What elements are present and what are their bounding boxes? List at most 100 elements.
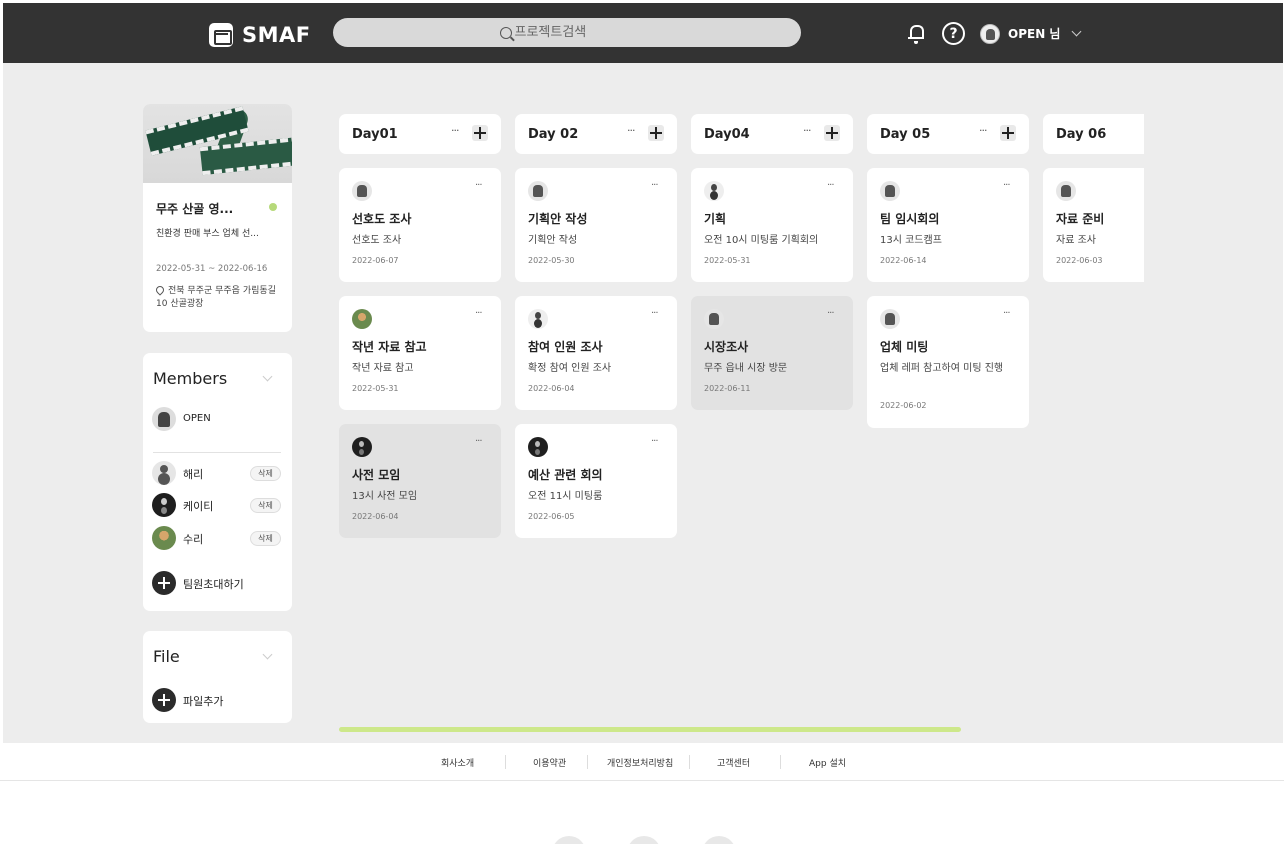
task-title: 자료 준비 xyxy=(1056,212,1105,226)
task-card[interactable]: ··· 팀 임시회의 13시 코드캠프 2022-06-14 xyxy=(867,168,1029,282)
task-card[interactable]: ··· 시장조사 무주 읍내 시장 방문 2022-06-11 xyxy=(691,296,853,410)
member-row: 해리 삭제 xyxy=(152,461,282,485)
more-options-icon[interactable]: ··· xyxy=(651,436,658,447)
task-date: 2022-06-04 xyxy=(528,384,575,393)
task-title: 기획안 작성 xyxy=(528,212,588,226)
social-icon[interactable] xyxy=(702,836,736,844)
add-task-icon[interactable] xyxy=(1000,125,1016,141)
help-icon[interactable]: ? xyxy=(942,22,965,45)
task-description: 작년 자료 참고 xyxy=(352,363,414,374)
logo[interactable]: SMAF xyxy=(209,23,311,47)
task-card[interactable]: 자료 준비 자료 조사 2022-06-03 xyxy=(1043,168,1144,282)
task-card[interactable]: ··· 참여 인원 조사 확정 참여 인원 조사 2022-06-04 xyxy=(515,296,677,410)
add-file-label: 파일추가 xyxy=(183,695,224,708)
task-date: 2022-05-31 xyxy=(704,256,751,265)
divider xyxy=(780,755,781,769)
task-description: 무주 읍내 시장 방문 xyxy=(704,363,788,374)
chevron-down-icon[interactable] xyxy=(262,649,273,660)
task-title: 작년 자료 참고 xyxy=(352,340,427,354)
task-date: 2022-06-03 xyxy=(1056,256,1103,265)
plus-icon xyxy=(152,688,176,712)
invite-member-button[interactable]: 팀원초대하기 xyxy=(152,571,282,595)
add-task-icon[interactable] xyxy=(648,125,664,141)
add-task-icon[interactable] xyxy=(472,125,488,141)
more-options-icon[interactable]: ··· xyxy=(979,124,987,137)
more-options-icon[interactable]: ··· xyxy=(827,180,834,191)
more-options-icon[interactable]: ··· xyxy=(475,436,482,447)
kanban-board: Day01 ··· Day 02 ··· Day04 ··· Day 05 ··… xyxy=(339,114,1144,554)
task-date: 2022-06-02 xyxy=(880,401,927,410)
more-options-icon[interactable]: ··· xyxy=(827,308,834,319)
task-title: 참여 인원 조사 xyxy=(528,340,603,354)
more-options-icon[interactable]: ··· xyxy=(651,180,658,191)
invite-label: 팀원초대하기 xyxy=(183,578,244,591)
column-title: Day01 xyxy=(352,127,398,142)
user-avatar[interactable] xyxy=(980,23,1000,44)
members-panel: Members OPEN 해리 삭제 케이티 삭제 수리 삭제 팀원초대하기 xyxy=(143,353,292,611)
footer-link-terms[interactable]: 이용약관 xyxy=(533,756,566,769)
file-title: File xyxy=(153,647,180,666)
task-description: 선호도 조사 xyxy=(352,235,402,246)
task-title: 기획 xyxy=(704,212,727,226)
user-name[interactable]: OPEN 님 xyxy=(1008,25,1060,42)
footer-link-privacy[interactable]: 개인정보처리방침 xyxy=(607,756,673,769)
project-card[interactable]: 무주 산골 영... 친환경 판매 부스 업체 선... 2022-05-31 … xyxy=(143,104,292,332)
horizontal-scrollbar[interactable] xyxy=(339,727,961,732)
avatar xyxy=(152,407,176,431)
status-dot xyxy=(269,203,277,211)
task-card[interactable]: ··· 업체 미팅 업체 레퍼 참고하여 미팅 진행 2022-06-02 xyxy=(867,296,1029,428)
avatar xyxy=(704,309,724,329)
task-description: 13시 코드캠프 xyxy=(880,235,942,246)
more-options-icon[interactable]: ··· xyxy=(651,308,658,319)
task-description: 오전 11시 미팅룸 xyxy=(528,491,603,502)
plus-icon xyxy=(152,571,176,595)
main-content: 무주 산골 영... 친환경 판매 부스 업체 선... 2022-05-31 … xyxy=(3,63,1283,743)
column-title: Day 06 xyxy=(1056,127,1107,142)
more-options-icon[interactable]: ··· xyxy=(803,124,811,137)
delete-member-button[interactable]: 삭제 xyxy=(250,498,281,513)
avatar xyxy=(352,181,372,201)
footer-link-support[interactable]: 고객센터 xyxy=(717,756,750,769)
task-description: 13시 사전 모임 xyxy=(352,491,418,502)
add-task-icon[interactable] xyxy=(824,125,840,141)
member-name: 수리 xyxy=(183,533,204,546)
footer-link-app[interactable]: App 설치 xyxy=(809,756,846,769)
task-description: 기획안 작성 xyxy=(528,235,578,246)
more-options-icon[interactable]: ··· xyxy=(1003,308,1010,319)
more-options-icon[interactable]: ··· xyxy=(627,124,635,137)
task-title: 시장조사 xyxy=(704,340,749,354)
social-icon[interactable] xyxy=(627,836,661,844)
avatar xyxy=(528,437,548,457)
task-card[interactable]: ··· 사전 모임 13시 사전 모임 2022-06-04 xyxy=(339,424,501,538)
column-header: Day 06 xyxy=(1043,114,1144,154)
calendar-icon xyxy=(209,23,233,47)
chevron-down-icon[interactable] xyxy=(1072,26,1082,37)
avatar xyxy=(528,309,548,329)
more-options-icon[interactable]: ··· xyxy=(475,308,482,319)
member-name: 케이티 xyxy=(183,500,214,513)
chevron-down-icon[interactable] xyxy=(262,371,273,382)
delete-member-button[interactable]: 삭제 xyxy=(250,531,281,546)
add-file-button[interactable]: 파일추가 xyxy=(152,688,282,712)
task-card[interactable]: ··· 기획 오전 10시 미팅룸 기획회의 2022-05-31 xyxy=(691,168,853,282)
divider xyxy=(505,755,506,769)
bell-icon[interactable] xyxy=(906,23,926,45)
more-options-icon[interactable]: ··· xyxy=(475,180,482,191)
task-card[interactable]: ··· 작년 자료 참고 작년 자료 참고 2022-05-31 xyxy=(339,296,501,410)
search-input[interactable] xyxy=(514,25,635,40)
task-description: 오전 10시 미팅룸 기획회의 xyxy=(704,235,819,246)
more-options-icon[interactable]: ··· xyxy=(1003,180,1010,191)
column-title: Day 02 xyxy=(528,127,579,142)
task-card[interactable]: ··· 예산 관련 회의 오전 11시 미팅룸 2022-06-05 xyxy=(515,424,677,538)
header-actions: ? OPEN 님 xyxy=(906,22,1082,45)
task-card[interactable]: ··· 기획안 작성 기획안 작성 2022-05-30 xyxy=(515,168,677,282)
task-title: 팀 임시회의 xyxy=(880,212,940,226)
search-bar[interactable] xyxy=(333,18,801,47)
task-card[interactable]: ··· 선호도 조사 선호도 조사 2022-06-07 xyxy=(339,168,501,282)
task-date: 2022-06-05 xyxy=(528,512,575,521)
column-title: Day 05 xyxy=(880,127,931,142)
delete-member-button[interactable]: 삭제 xyxy=(250,466,281,481)
footer-link-company[interactable]: 회사소개 xyxy=(441,756,474,769)
social-icon[interactable] xyxy=(552,836,586,844)
more-options-icon[interactable]: ··· xyxy=(451,124,459,137)
